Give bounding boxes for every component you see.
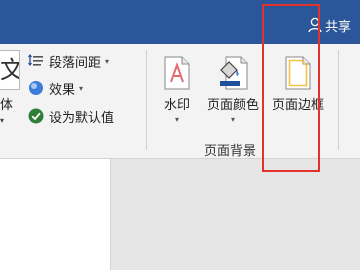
watermark-button[interactable]: 水印 ▾ <box>154 50 200 132</box>
paragraph-spacing-arrow: ▾ <box>105 56 110 66</box>
effects-button[interactable]: 效果 ▾ <box>28 77 83 99</box>
effects-label: 效果 <box>49 82 76 98</box>
share-label: 共享 <box>325 19 352 35</box>
share-button[interactable]: 共享 <box>308 14 351 36</box>
page-background-group-label: 页面背景 <box>203 144 256 159</box>
font-label: 体 <box>0 98 14 113</box>
watermark-label: 水印 <box>163 98 190 113</box>
document-page[interactable] <box>0 159 111 270</box>
paragraph-spacing-label: 段落间距 <box>49 55 102 71</box>
page-color-label: 页面颜色 <box>206 98 259 113</box>
effects-icon <box>28 80 44 96</box>
effects-arrow: ▾ <box>79 83 84 93</box>
page-color-button[interactable]: 页面颜色 ▾ <box>202 50 264 132</box>
font-dropdown-arrow[interactable]: ▾ <box>0 116 4 125</box>
person-icon <box>308 17 322 33</box>
set-default-button[interactable]: 设为默认值 <box>28 105 114 127</box>
paragraph-spacing-icon <box>28 53 44 69</box>
checkmark-circle-icon <box>28 108 44 124</box>
paint-bucket-icon <box>202 50 264 90</box>
page-borders-label: 页面边框 <box>271 98 324 113</box>
ribbon: 文 体 ▾ 段落间距 ▾ 效果 ▾ <box>0 44 360 159</box>
set-default-label: 设为默认值 <box>49 110 115 126</box>
page-borders-button[interactable]: 页面边框 <box>266 50 330 132</box>
page-border-icon <box>266 50 330 90</box>
paragraph-spacing-button[interactable]: 段落间距 ▾ <box>28 50 109 72</box>
group-divider <box>146 50 147 150</box>
title-bar: 共享 <box>0 0 360 44</box>
document-area <box>0 159 360 270</box>
font-gallery-sample[interactable]: 文 <box>0 50 20 90</box>
watermark-arrow: ▾ <box>174 115 179 124</box>
watermark-icon <box>154 50 200 90</box>
group-divider-right <box>338 50 339 150</box>
page-color-arrow: ▾ <box>230 115 235 124</box>
